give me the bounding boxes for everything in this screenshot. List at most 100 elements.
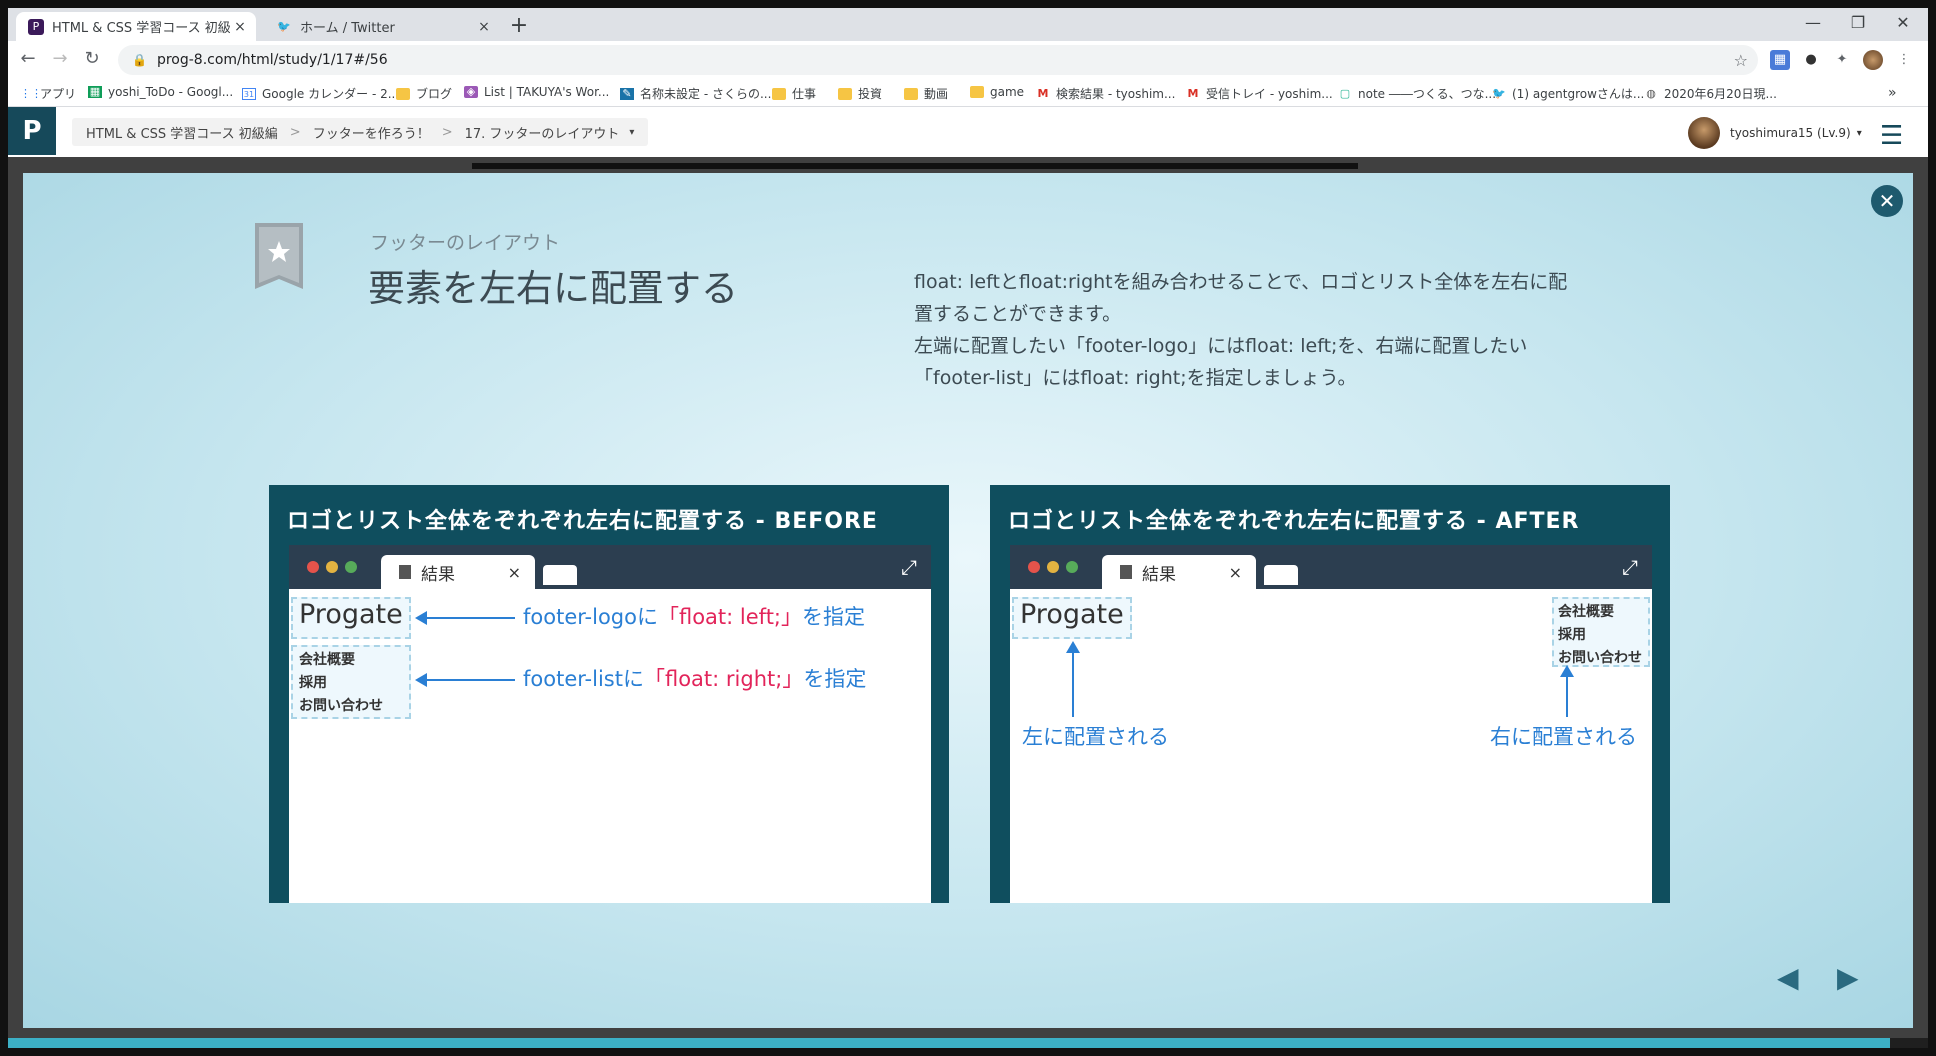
folder-icon bbox=[904, 87, 918, 100]
bookmark-star-icon[interactable] bbox=[255, 223, 303, 289]
arrow-left-icon bbox=[415, 611, 515, 625]
after-note-right: 右に配置される bbox=[1490, 725, 1637, 749]
bookmark-note[interactable]: ▢ note ――つくる、つな... bbox=[1338, 85, 1496, 102]
progate-logo-text: Progate bbox=[299, 599, 403, 630]
breadcrumb-lesson[interactable]: 17. フッターのレイアウト bbox=[465, 123, 620, 142]
tab-strip: P HTML & CSS 学習コース 初級編 | × 🐦 ホーム / Twitt… bbox=[8, 8, 1928, 41]
sakura-icon: ✎ bbox=[620, 87, 634, 100]
slide-top-bar bbox=[472, 163, 1358, 169]
bookmark-takuya[interactable]: ◈ List | TAKUYA's Wor... bbox=[464, 85, 609, 99]
close-icon[interactable]: × bbox=[474, 19, 494, 35]
slide-modal: ✕ フッターのレイアウト 要素を左右に配置する float: leftとfloa… bbox=[23, 173, 1913, 1028]
bookmark-2020[interactable]: ◍ 2020年6月20日現... bbox=[1644, 85, 1777, 102]
chevron-right-icon: > bbox=[441, 124, 453, 140]
twitter-icon: 🐦 bbox=[1492, 86, 1506, 100]
next-slide-button[interactable]: ▶ bbox=[1837, 961, 1859, 994]
bookmark-video[interactable]: 動画 bbox=[904, 85, 948, 102]
after-note-left: 左に配置される bbox=[1022, 725, 1169, 749]
arrow-up-icon bbox=[1560, 665, 1574, 717]
bookmark-work[interactable]: 仕事 bbox=[772, 85, 816, 102]
progate-icon: P bbox=[28, 18, 44, 35]
bookmark-agentgrow[interactable]: 🐦 (1) agentgrowさんは... bbox=[1492, 85, 1644, 102]
apps-icon: ⋮⋮ bbox=[20, 86, 42, 100]
url-text: prog-8.com/html/study/1/17#/56 bbox=[156, 52, 388, 68]
lesson-subtitle: フッターのレイアウト bbox=[370, 232, 561, 254]
restore-button[interactable]: ❐ bbox=[1838, 13, 1878, 32]
lesson-description: float: leftとfloat:rightを組み合わせることで、ロゴとリスト… bbox=[914, 271, 1568, 389]
result-tab: 結果 × bbox=[381, 555, 535, 589]
document-icon bbox=[399, 565, 411, 579]
tab-twitter[interactable]: 🐦 ホーム / Twitter × bbox=[264, 12, 500, 41]
gmail-icon: M bbox=[1037, 86, 1049, 100]
close-icon[interactable]: ✕ bbox=[1871, 185, 1903, 217]
user-name: tyoshimura15 (Lv.9) bbox=[1730, 126, 1851, 140]
calendar-icon: 31 bbox=[242, 87, 256, 100]
prev-slide-button[interactable]: ◀ bbox=[1777, 961, 1799, 994]
hamburger-menu-icon[interactable]: ☰ bbox=[1880, 121, 1903, 151]
lesson-title: 要素を左右に配置する bbox=[368, 267, 738, 310]
result-window-bar: 結果 × ⤢ bbox=[1010, 545, 1652, 589]
close-icon[interactable]: × bbox=[230, 19, 250, 35]
window-dot-green bbox=[1066, 561, 1078, 573]
bookmark-blog[interactable]: ブログ bbox=[396, 85, 452, 102]
footer-list-box: 会社概要 採用 お問い合わせ bbox=[291, 645, 411, 719]
before-panel-title: ロゴとリスト全体をぞれぞれ左右に配置する - BEFORE bbox=[287, 509, 878, 534]
bookmarks-more-button[interactable]: » bbox=[1888, 85, 1897, 101]
address-bar[interactable]: 🔒 prog-8.com/html/study/1/17#/56 ☆ bbox=[118, 45, 1758, 75]
bookmark-game[interactable]: game bbox=[970, 85, 1024, 99]
reload-button[interactable]: ↻ bbox=[80, 48, 104, 69]
tab-title: HTML & CSS 学習コース 初級編 | bbox=[52, 21, 230, 36]
bookmark-calendar[interactable]: 31 Google カレンダー - 2... bbox=[242, 85, 399, 102]
taskbar bbox=[8, 1048, 1928, 1056]
blank-tab bbox=[543, 565, 577, 585]
folder-icon bbox=[396, 87, 410, 100]
after-result-window: 結果 × ⤢ Progate 会社概要 採用 お問い合わせ 左に配置される 右に… bbox=[1010, 545, 1652, 903]
breadcrumb-course[interactable]: HTML & CSS 学習コース 初級編 bbox=[86, 123, 278, 142]
twitter-icon: 🐦 bbox=[277, 20, 291, 33]
bookmark-sakura[interactable]: ✎ 名称未設定 - さくらの... bbox=[620, 85, 771, 102]
new-tab-button[interactable]: + bbox=[506, 14, 532, 38]
footer-logo-box: Progate bbox=[291, 597, 411, 639]
back-button[interactable]: ← bbox=[16, 48, 40, 69]
tab-progate[interactable]: P HTML & CSS 学習コース 初級編 | × bbox=[16, 12, 256, 41]
bookmark-gmail-inbox[interactable]: M 受信トレイ - yoshim... bbox=[1186, 85, 1333, 102]
footer-list-box: 会社概要 採用 お問い合わせ bbox=[1552, 597, 1650, 667]
progate-logo[interactable]: P bbox=[8, 107, 56, 155]
result-tab: 結果 × bbox=[1102, 555, 1256, 589]
browser-toolbar: ← → ↻ 🔒 prog-8.com/html/study/1/17#/56 ☆… bbox=[8, 41, 1928, 79]
minimize-button[interactable]: — bbox=[1793, 13, 1833, 32]
bookmark-gmail-search[interactable]: M 検索結果 - tyoshim... bbox=[1036, 85, 1176, 102]
user-menu[interactable]: tyoshimura15 (Lv.9) ▾ bbox=[1688, 117, 1862, 149]
extension-calendar-icon[interactable]: ▦ bbox=[1770, 50, 1790, 70]
profile-avatar-icon[interactable] bbox=[1863, 50, 1883, 70]
tab-title: ホーム / Twitter bbox=[300, 21, 395, 36]
forward-button[interactable]: → bbox=[48, 48, 72, 69]
list-icon: ◈ bbox=[464, 86, 478, 98]
result-window-bar: 結果 × ⤢ bbox=[289, 545, 931, 589]
breadcrumb: HTML & CSS 学習コース 初級編 > フッターを作ろう！ > 17. フ… bbox=[72, 118, 649, 146]
expand-icon: ⤢ bbox=[901, 555, 917, 579]
extensions-puzzle-icon[interactable]: ✦ bbox=[1832, 50, 1852, 70]
document-icon bbox=[1120, 565, 1132, 579]
before-note-list: footer-listに「float: right;」を指定 bbox=[523, 667, 867, 691]
progate-logo-text: Progate bbox=[1020, 599, 1124, 630]
star-icon[interactable]: ☆ bbox=[1734, 51, 1748, 70]
note-icon: ▢ bbox=[1339, 86, 1351, 100]
lesson-progress-bar bbox=[8, 1038, 1928, 1048]
extension-chat-icon[interactable]: ● bbox=[1801, 50, 1821, 70]
breadcrumb-chapter[interactable]: フッターを作ろう！ bbox=[313, 123, 430, 142]
more-menu-icon[interactable]: ⋮ bbox=[1894, 50, 1914, 70]
bookmark-apps[interactable]: ⋮⋮ アプリ bbox=[20, 85, 76, 102]
lock-icon: 🔒 bbox=[132, 53, 147, 67]
bookmark-todo[interactable]: ▦ yoshi_ToDo - Googl... bbox=[88, 85, 233, 99]
blank-tab bbox=[1264, 565, 1298, 585]
sheets-icon: ▦ bbox=[88, 85, 102, 98]
bookmark-invest[interactable]: 投資 bbox=[838, 85, 882, 102]
window-dot-yellow bbox=[326, 561, 338, 573]
arrow-left-icon bbox=[415, 673, 515, 687]
window-close-button[interactable]: ✕ bbox=[1883, 13, 1923, 32]
chevron-down-icon[interactable]: ▾ bbox=[629, 127, 634, 138]
chevron-down-icon: ▾ bbox=[1856, 127, 1862, 139]
folder-icon bbox=[838, 87, 852, 100]
gmail-icon: M bbox=[1187, 86, 1199, 100]
